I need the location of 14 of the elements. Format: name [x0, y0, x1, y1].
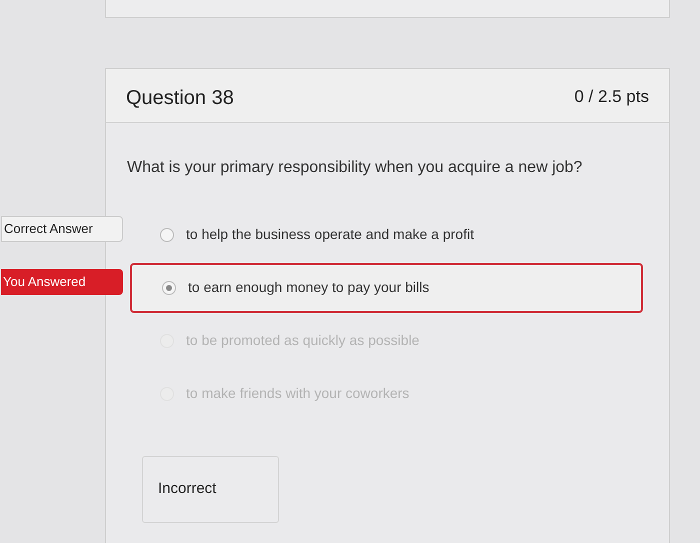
answer-text: to be promoted as quickly as possible [186, 331, 420, 350]
answer-text: to earn enough money to pay your bills [188, 278, 430, 297]
radio-button[interactable] [162, 280, 176, 294]
answer-text: to help the business operate and make a profit [186, 225, 474, 244]
selected-answer-option[interactable]: to earn enough money to pay your bills [130, 262, 643, 312]
answer-option[interactable]: to help the business operate and make a profit [130, 210, 643, 260]
points-score: 0 / 2.5 pts [574, 86, 649, 108]
answer-marker-label: Correct Answer [1, 216, 123, 242]
question-title: Question 38 [126, 86, 234, 111]
answer-text: to make friends with your coworkers [186, 384, 410, 403]
result-text: Incorrect [158, 479, 216, 500]
radio-button[interactable] [160, 228, 174, 242]
answer-marker-label: You Answered [1, 269, 123, 295]
question-text: What is your primary responsibility when you acquire a new job? [127, 158, 584, 178]
